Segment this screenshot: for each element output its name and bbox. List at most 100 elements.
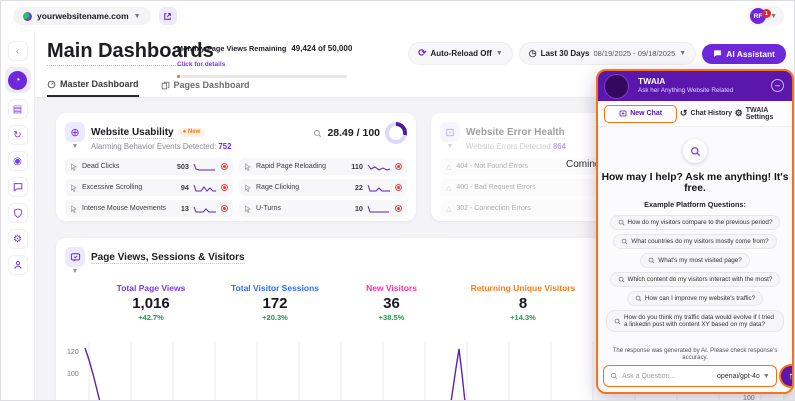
stat-returning-unique-visitors: Returning Unique Visitors 8 +14.3%	[444, 283, 602, 322]
stat-delta: +20.3%	[262, 313, 288, 322]
site-favicon-icon	[23, 11, 32, 21]
sparkline	[193, 163, 215, 171]
stat-label: Returning Unique Visitors	[470, 283, 576, 293]
arrow-up-icon: ↑	[788, 370, 794, 382]
tab-new-chat[interactable]: New Chat	[604, 104, 678, 123]
chevron-down-icon: ▼	[762, 372, 770, 380]
usability-row: U-Turns 10	[239, 200, 407, 217]
session-recording-icon[interactable]	[395, 163, 402, 170]
pageviews-title: Page Views, Sessions & Visitors	[91, 252, 245, 264]
collapse-sidebar-icon[interactable]: ‹	[7, 41, 28, 61]
example-question[interactable]: How do you think my traffic data would e…	[606, 310, 784, 332]
sidebar-item-support[interactable]	[7, 255, 28, 275]
chat-check-icon	[70, 252, 80, 262]
search-icon	[690, 146, 700, 156]
example-question[interactable]: What's my most visited page?	[640, 253, 750, 268]
auto-reload-dropdown[interactable]: ⟳ Auto-Reload Off ▼	[408, 42, 513, 65]
search-sparkle-icon	[614, 318, 621, 324]
chat-bubble-icon	[714, 50, 722, 57]
search-sparkle-icon	[622, 238, 628, 245]
y-tick-100: 100	[67, 371, 79, 378]
y-tick-120: 120	[67, 349, 79, 356]
monthly-progress-used	[177, 75, 180, 78]
new-badge: ● New	[177, 127, 206, 137]
stat-value: 172	[262, 295, 288, 312]
cursor-icon	[71, 162, 77, 171]
usability-row: Dead Clicks 503	[65, 158, 233, 175]
chat-heading: How may I help? Ask me anything! It's fr…	[601, 172, 789, 194]
tab-chat-history-label: Chat History	[690, 110, 733, 117]
stat-delta: +14.3%	[510, 313, 536, 322]
example-question[interactable]: How do my visitors compare to the previo…	[609, 215, 781, 230]
tab-twaia-settings[interactable]: ⚙ TWAIA Settings	[735, 107, 792, 121]
example-questions: How do my visitors compare to the previo…	[598, 215, 792, 332]
chat-footer: The response was generated by AI. Please…	[598, 344, 792, 392]
zoom-icon[interactable]	[313, 129, 322, 138]
chevron-down-icon[interactable]: ▼	[65, 143, 85, 150]
chevron-down-icon[interactable]: ▼	[440, 143, 460, 150]
cursor-icon	[245, 162, 251, 171]
tab-pages-dashboard[interactable]: Pages Dashboard	[161, 79, 250, 97]
y-tick-right-100: 100	[743, 395, 755, 401]
example-question[interactable]: What countries do my visitors mostly com…	[613, 234, 777, 249]
session-recording-icon[interactable]	[395, 184, 402, 191]
open-site-button[interactable]	[158, 7, 177, 25]
monthly-pageviews: Monthly Page Views Remaining 49,424 of 5…	[177, 44, 357, 78]
search-sparkle-icon	[618, 219, 624, 226]
sidebar-item-history[interactable]: ↻	[7, 125, 28, 145]
example-question[interactable]: Which content do my visitors interact wi…	[609, 272, 781, 287]
session-recording-icon[interactable]	[221, 163, 228, 170]
question-text: How can I improve my website's traffic?	[644, 295, 756, 302]
site-selector[interactable]: yourwebsitename.com ▼	[13, 7, 151, 25]
auto-reload-label: Auto-Reload Off	[430, 49, 492, 58]
dashboard-pie-icon: ◔	[8, 70, 27, 90]
click-for-details-link[interactable]: Click for details	[177, 61, 225, 68]
send-button[interactable]: ↑	[780, 366, 794, 386]
notification-badge: 1	[762, 9, 772, 18]
stat-new-visitors: New Visitors 36 +38.5%	[339, 283, 444, 322]
session-recording-icon[interactable]	[221, 205, 228, 212]
history-icon: ↺	[679, 108, 688, 118]
sidebar-item-chat[interactable]	[7, 177, 28, 197]
example-question[interactable]: How can I improve my website's traffic?	[626, 291, 764, 306]
stat-total-page-views: Total Page Views 1,016 +42.7%	[91, 283, 211, 322]
chat-bubble-icon	[13, 183, 22, 192]
range-label: Last 30 Days	[540, 49, 590, 58]
app-window: yourwebsitename.com ▼ RF 1 ▼ ‹ ◔ ▤ ↻ ◉ ⚙	[0, 0, 795, 401]
date-range-picker[interactable]: ◷ Last 30 Days 08/19/2025 - 09/18/2025 ▼	[518, 42, 697, 65]
chevron-down-icon[interactable]: ▼	[65, 268, 85, 275]
search-sparkle-icon	[648, 257, 655, 264]
warning-triangle-icon: △	[446, 184, 452, 192]
warning-triangle-icon: △	[446, 163, 452, 171]
sparkline	[193, 184, 216, 192]
twaia-avatar	[604, 74, 629, 99]
tab-chat-history[interactable]: ↺ Chat History	[677, 108, 734, 119]
session-recording-icon[interactable]	[221, 184, 228, 191]
tab-master-dashboard[interactable]: Master Dashboard	[47, 79, 139, 97]
stat-label: Total Visitor Sessions	[230, 283, 320, 293]
ai-assistant-button[interactable]: AI Assistant	[702, 43, 786, 64]
tab-pages-label: Pages Dashboard	[173, 80, 250, 90]
usability-row-label: Excessive Scrolling	[82, 184, 143, 191]
chat-body: How may I help? Ask me anything! It's fr…	[598, 127, 792, 332]
user-menu[interactable]: RF 1 ▼	[747, 6, 784, 26]
sidebar-item-sessions[interactable]: ◉	[7, 151, 28, 171]
question-text: How do my visitors compare to the previo…	[627, 219, 773, 226]
question-input[interactable]	[622, 372, 713, 380]
search-circle	[683, 139, 707, 163]
minimize-chat-icon[interactable]: –	[771, 79, 784, 92]
ai-assistant-label: AI Assistant	[726, 48, 775, 59]
sidebar-item-inbox[interactable]: ▤	[7, 99, 28, 119]
sidebar-item-settings[interactable]: ⚙	[7, 229, 28, 249]
usability-row-value: 10	[354, 204, 363, 213]
model-select[interactable]: openai/gpt-4o ▼	[717, 373, 770, 380]
sparkline	[367, 164, 391, 171]
session-recording-icon[interactable]	[395, 205, 402, 212]
usability-row-label: Rage Clicking	[256, 184, 300, 191]
header-controls: ⟳ Auto-Reload Off ▼ ◷ Last 30 Days 08/19…	[408, 42, 786, 65]
sidebar-item-dashboards[interactable]: ◔	[4, 67, 31, 93]
sparkline	[193, 206, 216, 213]
stat-total-visitor-sessions: Total Visitor Sessions 172 +20.3%	[211, 283, 339, 322]
sidebar-item-security[interactable]	[7, 203, 28, 223]
stat-label: Total Page Views	[116, 283, 186, 293]
